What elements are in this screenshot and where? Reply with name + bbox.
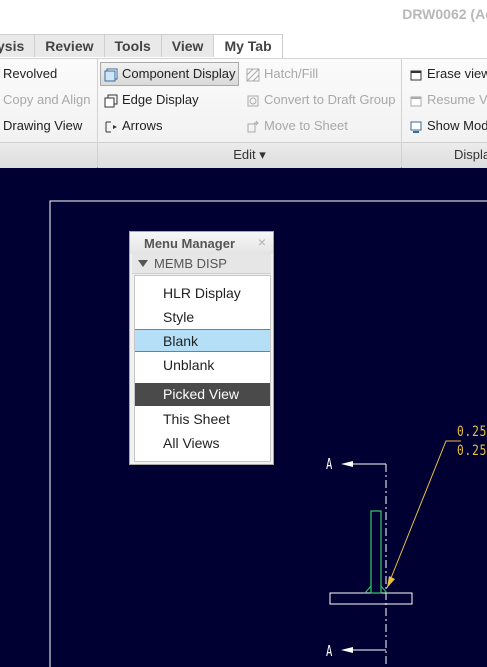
convert-to-draft-group-button[interactable]: Convert to Draft Group bbox=[246, 89, 396, 111]
menu-item-hlr-display[interactable]: HLR Display bbox=[135, 282, 270, 305]
erase-view-label: Erase view bbox=[427, 66, 487, 81]
arrows-icon bbox=[104, 119, 118, 133]
component-display-label: Component Display bbox=[122, 66, 236, 81]
component-display-button[interactable]: Component Display bbox=[100, 62, 240, 86]
group-footer-display[interactable]: Displa bbox=[402, 142, 487, 169]
erase-view-icon bbox=[409, 67, 423, 81]
arrows-label: Arrows bbox=[122, 118, 163, 133]
section-label-bottom[interactable]: A bbox=[326, 642, 332, 660]
menu-manager-titlebar[interactable]: Menu Manager × bbox=[130, 232, 273, 254]
move-to-sheet-label: Move to Sheet bbox=[264, 118, 348, 133]
menu-manager-title: Menu Manager bbox=[144, 236, 236, 251]
menu-manager-window: Menu Manager × MEMB DISP HLR Display Sty… bbox=[129, 231, 274, 465]
tab-my-tab[interactable]: My Tab bbox=[214, 34, 283, 58]
move-to-sheet-button[interactable]: Move to Sheet bbox=[246, 115, 348, 137]
drawing-view-label: Drawing View bbox=[3, 118, 83, 133]
edge-display-button[interactable]: Edge Display bbox=[104, 89, 199, 111]
group-footer-edit[interactable]: Edit ▾ bbox=[98, 142, 401, 169]
drawing-view-button[interactable]: Drawing View bbox=[3, 115, 82, 137]
show-model-annotations-label: Show Mod bbox=[427, 118, 487, 133]
tab-review[interactable]: Review bbox=[35, 34, 105, 57]
copy-and-align-label: Copy and Align bbox=[3, 92, 91, 107]
edge-display-label: Edge Display bbox=[122, 92, 199, 107]
move-to-sheet-icon bbox=[246, 119, 260, 133]
revolved-label: Revolved bbox=[3, 66, 58, 81]
section-label-top[interactable]: A bbox=[326, 455, 332, 473]
window-title: DRW0062 (Ac bbox=[402, 6, 487, 22]
copy-and-align-button[interactable]: Copy and Align bbox=[3, 89, 90, 111]
ribbon: Revolved Copy and Align Drawing View Com… bbox=[0, 58, 487, 169]
weld-fillet bbox=[364, 585, 388, 594]
show-model-annotations-icon bbox=[409, 119, 423, 133]
dimension-text-2[interactable]: 0.25 bbox=[457, 443, 487, 459]
tab-analysis[interactable]: ysis bbox=[0, 34, 36, 57]
menu-item-style[interactable]: Style bbox=[135, 306, 270, 329]
display-group-label: Displa bbox=[454, 147, 487, 162]
group-footer-left bbox=[0, 142, 97, 169]
hatch-icon bbox=[246, 67, 260, 82]
resume-view-button[interactable]: Resume V bbox=[409, 89, 487, 111]
resume-view-icon bbox=[409, 93, 423, 107]
edit-group-label: Edit ▾ bbox=[233, 147, 266, 162]
hatch-fill-button[interactable]: Hatch/Fill bbox=[246, 63, 318, 85]
edge-display-icon bbox=[104, 93, 118, 108]
cutting-plane-top-arrow bbox=[341, 461, 353, 467]
convert-group-icon bbox=[246, 93, 260, 107]
menu-item-blank[interactable]: Blank bbox=[135, 329, 270, 352]
dimension-leader[interactable] bbox=[386, 440, 461, 589]
hatch-fill-label: Hatch/Fill bbox=[264, 66, 319, 81]
menu-item-unblank[interactable]: Unblank bbox=[135, 354, 270, 377]
tab-view[interactable]: View bbox=[161, 34, 215, 57]
show-model-annotations-button[interactable]: Show Mod bbox=[409, 115, 487, 137]
convert-to-draft-group-label: Convert to Draft Group bbox=[264, 92, 396, 107]
collapse-triangle-icon[interactable] bbox=[138, 260, 148, 267]
menu-item-this-sheet[interactable]: This Sheet bbox=[135, 408, 270, 431]
erase-view-button[interactable]: Erase view bbox=[409, 63, 487, 85]
close-icon[interactable]: × bbox=[258, 234, 266, 250]
menu-item-picked-view[interactable]: Picked View bbox=[135, 383, 270, 406]
base-plate[interactable] bbox=[329, 592, 413, 605]
revolved-button[interactable]: Revolved bbox=[3, 63, 57, 85]
resume-view-label: Resume V bbox=[427, 92, 487, 107]
arrows-button[interactable]: Arrows bbox=[104, 115, 162, 137]
menu-item-all-views[interactable]: All Views bbox=[135, 432, 270, 455]
memb-disp-header[interactable]: MEMB DISP bbox=[132, 254, 271, 274]
tab-tools[interactable]: Tools bbox=[104, 34, 162, 57]
leader-arrowhead bbox=[387, 576, 395, 588]
title-bar: DRW0062 (Ac bbox=[0, 0, 487, 34]
dimension-text-1[interactable]: 0.25 bbox=[457, 424, 487, 440]
vertical-member[interactable] bbox=[370, 510, 382, 594]
cutting-plane-bottom-arrow bbox=[341, 647, 353, 653]
component-display-icon bbox=[104, 67, 118, 82]
memb-disp-label: MEMB DISP bbox=[154, 256, 227, 271]
ribbon-tabs: ysis Review Tools View My Tab bbox=[0, 34, 487, 58]
menu-list: HLR Display Style Blank Unblank Picked V… bbox=[134, 275, 271, 462]
